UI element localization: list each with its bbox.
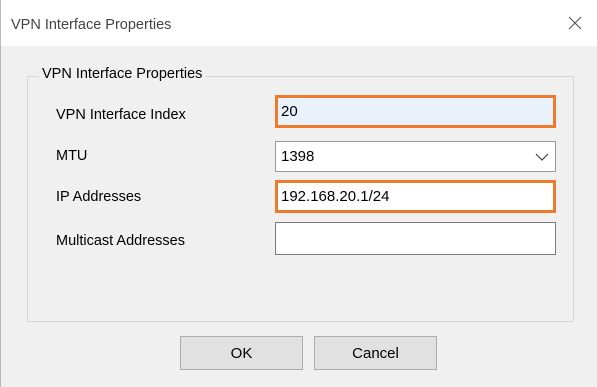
group-label: VPN Interface Properties — [39, 66, 206, 82]
title-bar: VPN Interface Properties — [1, 0, 597, 46]
window-title: VPN Interface Properties — [11, 17, 172, 33]
close-button[interactable] — [558, 6, 592, 40]
cancel-button[interactable]: Cancel — [314, 336, 437, 370]
vpn-interface-index-field[interactable] — [275, 95, 556, 128]
mtu-selected-value: 1398 — [281, 148, 315, 165]
ip-addresses-label: IP Addresses — [56, 189, 142, 205]
mtu-dropdown[interactable]: 1398 — [275, 141, 556, 172]
multicast-addresses-label: Multicast Addresses — [56, 233, 185, 249]
close-icon — [568, 16, 582, 30]
vpn-interface-properties-dialog: VPN Interface Properties VPN Interface P… — [0, 0, 597, 387]
vpn-interface-index-label: VPN Interface Index — [56, 107, 186, 123]
ok-button[interactable]: OK — [180, 336, 303, 370]
multicast-addresses-field[interactable] — [275, 222, 556, 255]
mtu-label: MTU — [56, 148, 88, 164]
ip-addresses-field[interactable] — [275, 180, 556, 213]
chevron-down-icon — [535, 153, 549, 161]
